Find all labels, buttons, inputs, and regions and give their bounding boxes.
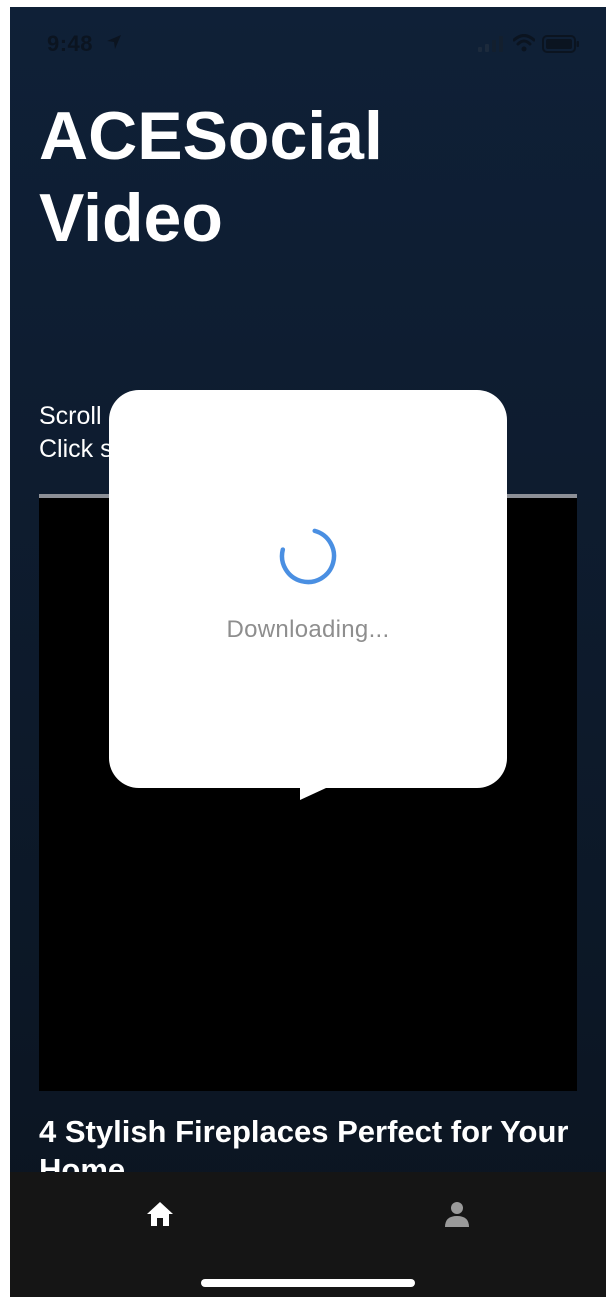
signal-icon [478,36,503,52]
home-indicator[interactable] [201,1279,415,1287]
page-title-line-1: ACESocial [39,98,383,174]
location-arrow-icon [107,35,121,49]
phone-screen: 9:48 ACESocial Video Scroll Click s 4 St… [10,7,606,1297]
wifi-icon [513,34,535,52]
home-icon [147,1202,173,1226]
loading-text: Downloading... [226,616,390,643]
page-title: ACESocial Video [39,95,559,259]
status-time: 9:48 [47,31,94,56]
page-title-line-2: Video [39,180,223,256]
person-icon [445,1202,469,1227]
loading-dialog: Downloading... [109,390,507,788]
tab-profile[interactable] [427,1189,487,1239]
tab-home[interactable] [130,1189,190,1239]
loading-spinner-icon [279,527,337,585]
battery-icon [542,35,579,53]
tab-bar [10,1172,606,1297]
status-bar: 9:48 [10,7,606,77]
